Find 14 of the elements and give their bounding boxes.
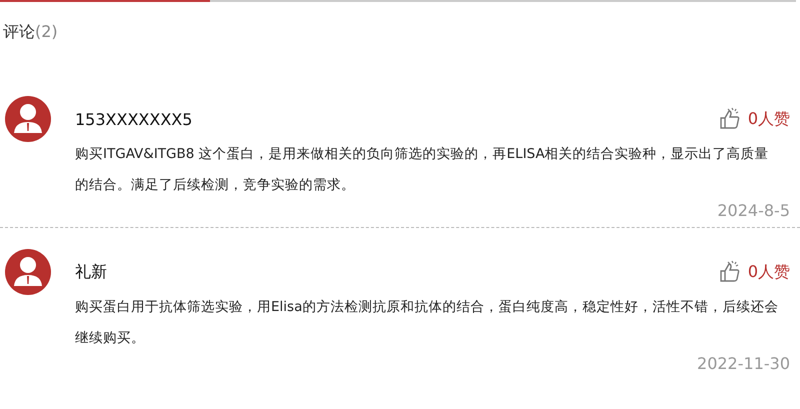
comment-date: 2022-11-30 bbox=[696, 354, 790, 375]
thumbs-up-icon bbox=[718, 107, 742, 131]
comment-text: 购买ITGAV&ITGB8 这个蛋白，是用来做相关的负向筛选的实验的，再ELISA相关的结合实验种，显示出了高质量的结合。满足了后续检测，竞争实验的需求。 bbox=[75, 145, 770, 195]
comment-text: 购买蛋白用于抗体筛选实验，用Elisa的方法检测抗原和抗体的结合，蛋白纯度高，稳定性好，活性不错，后续还会继续购买。 bbox=[75, 298, 780, 348]
comment-count: (2) bbox=[35, 22, 58, 41]
thumbs-up-icon bbox=[718, 260, 742, 284]
user-name: 153XXXXXXX5 bbox=[75, 110, 192, 128]
like-button[interactable]: 0人赞 bbox=[718, 260, 790, 284]
avatar-icon bbox=[5, 96, 51, 142]
user-name: 礼新 bbox=[75, 262, 107, 282]
section-title: 评论 bbox=[3, 22, 35, 41]
comment-date: 2024-8-5 bbox=[716, 201, 790, 222]
like-button[interactable]: 0人赞 bbox=[718, 107, 790, 131]
avatar-icon bbox=[5, 249, 51, 295]
